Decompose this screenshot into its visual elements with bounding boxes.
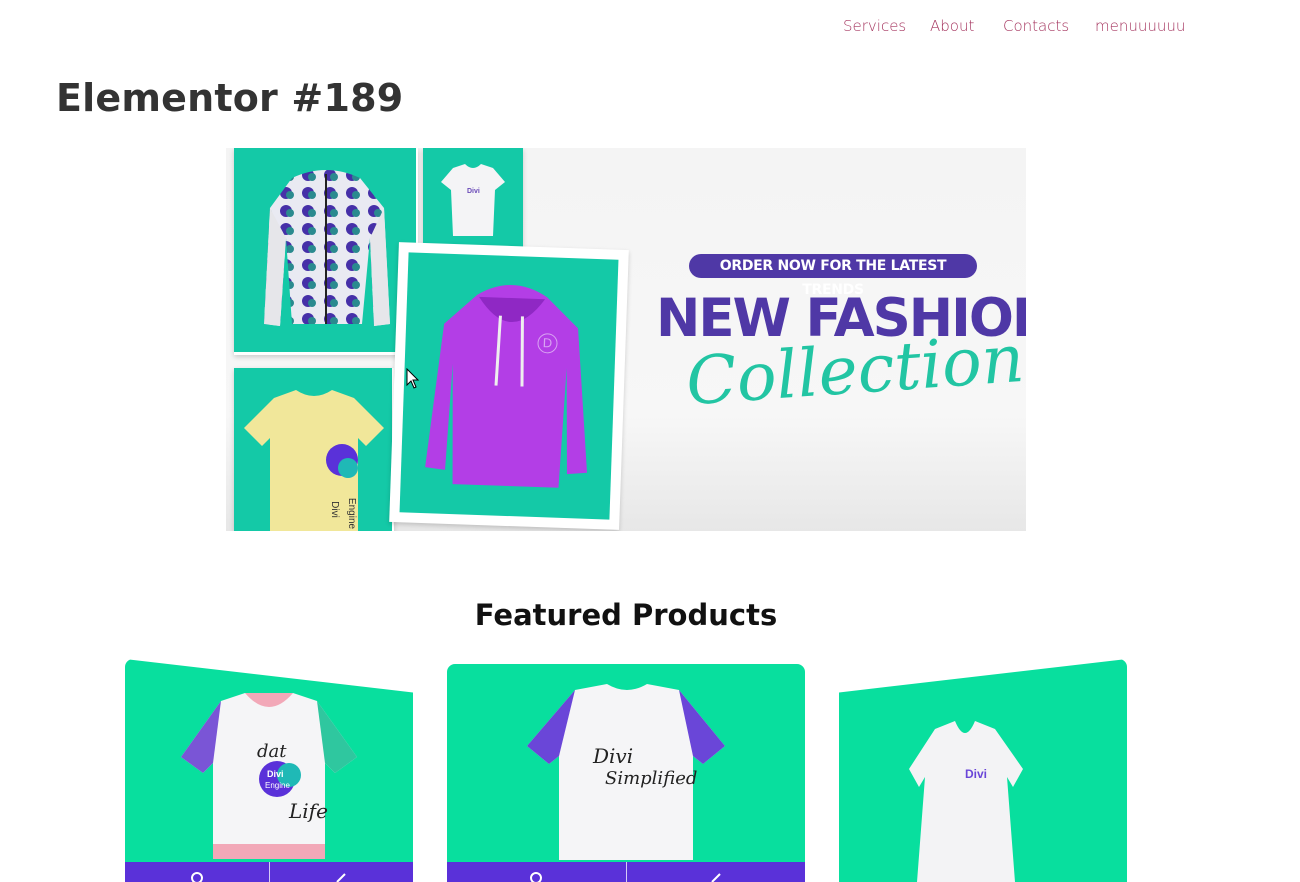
- product-print-text: Divi: [965, 767, 988, 781]
- quick-view-button[interactable]: [447, 862, 626, 882]
- order-now-pill: ORDER NOW FOR THE LATEST TRENDS: [689, 254, 977, 298]
- product-print-text: dat: [257, 741, 287, 762]
- yellow-tshirt-card: Divi Engine: [234, 368, 394, 531]
- small-tee-illustration: [441, 164, 505, 236]
- product-card[interactable]: Divi Simplified: [447, 664, 805, 882]
- featured-products-heading: Featured Products: [474, 598, 778, 632]
- product-print-text: Simplified: [605, 768, 698, 789]
- view-icon: [190, 872, 203, 882]
- nav-item-menu[interactable]: menuuuuuu: [1095, 17, 1185, 35]
- product-print-text: Divi: [267, 769, 284, 779]
- quick-view-button[interactable]: [125, 862, 269, 882]
- view-icon: [530, 872, 543, 882]
- product-card[interactable]: Divi: [839, 659, 1127, 882]
- product-link-button[interactable]: [268, 862, 414, 882]
- product-action-bar: [447, 862, 805, 882]
- hero-banner-image: Divi Divi Engine D ORDER NOW FOR THE LAT…: [226, 148, 1026, 531]
- page-title: Elementor #189: [56, 76, 404, 120]
- hoodie-illustration: [425, 285, 588, 488]
- nav-item-contacts[interactable]: Contacts: [1003, 17, 1069, 35]
- small-tee-print: Divi: [467, 188, 480, 195]
- nav-item-about[interactable]: About: [930, 17, 974, 35]
- jacket-card: [234, 148, 418, 355]
- product-print-text: Divi: [593, 744, 634, 768]
- yellow-tshirt-illustration: [244, 390, 384, 531]
- product-card[interactable]: dat Divi Engine Life: [125, 659, 413, 882]
- link-icon: [711, 873, 721, 882]
- main-nav: Services About Contacts menuuuuuu: [0, 17, 1300, 39]
- yellow-tshirt-print-line-2: Engine: [346, 497, 358, 530]
- product-print-text: Engine: [265, 781, 290, 790]
- nav-item-services[interactable]: Services: [843, 17, 906, 35]
- jacket-illustration: [264, 170, 390, 326]
- link-icon: [336, 873, 346, 882]
- product-link-button[interactable]: [625, 862, 806, 882]
- product-action-bar: [125, 862, 413, 882]
- hoodie-card: D: [389, 242, 629, 530]
- product-print-text: Life: [289, 799, 328, 823]
- yellow-tshirt-print-line-1: Divi: [328, 501, 340, 518]
- mouse-cursor-icon: [406, 368, 420, 389]
